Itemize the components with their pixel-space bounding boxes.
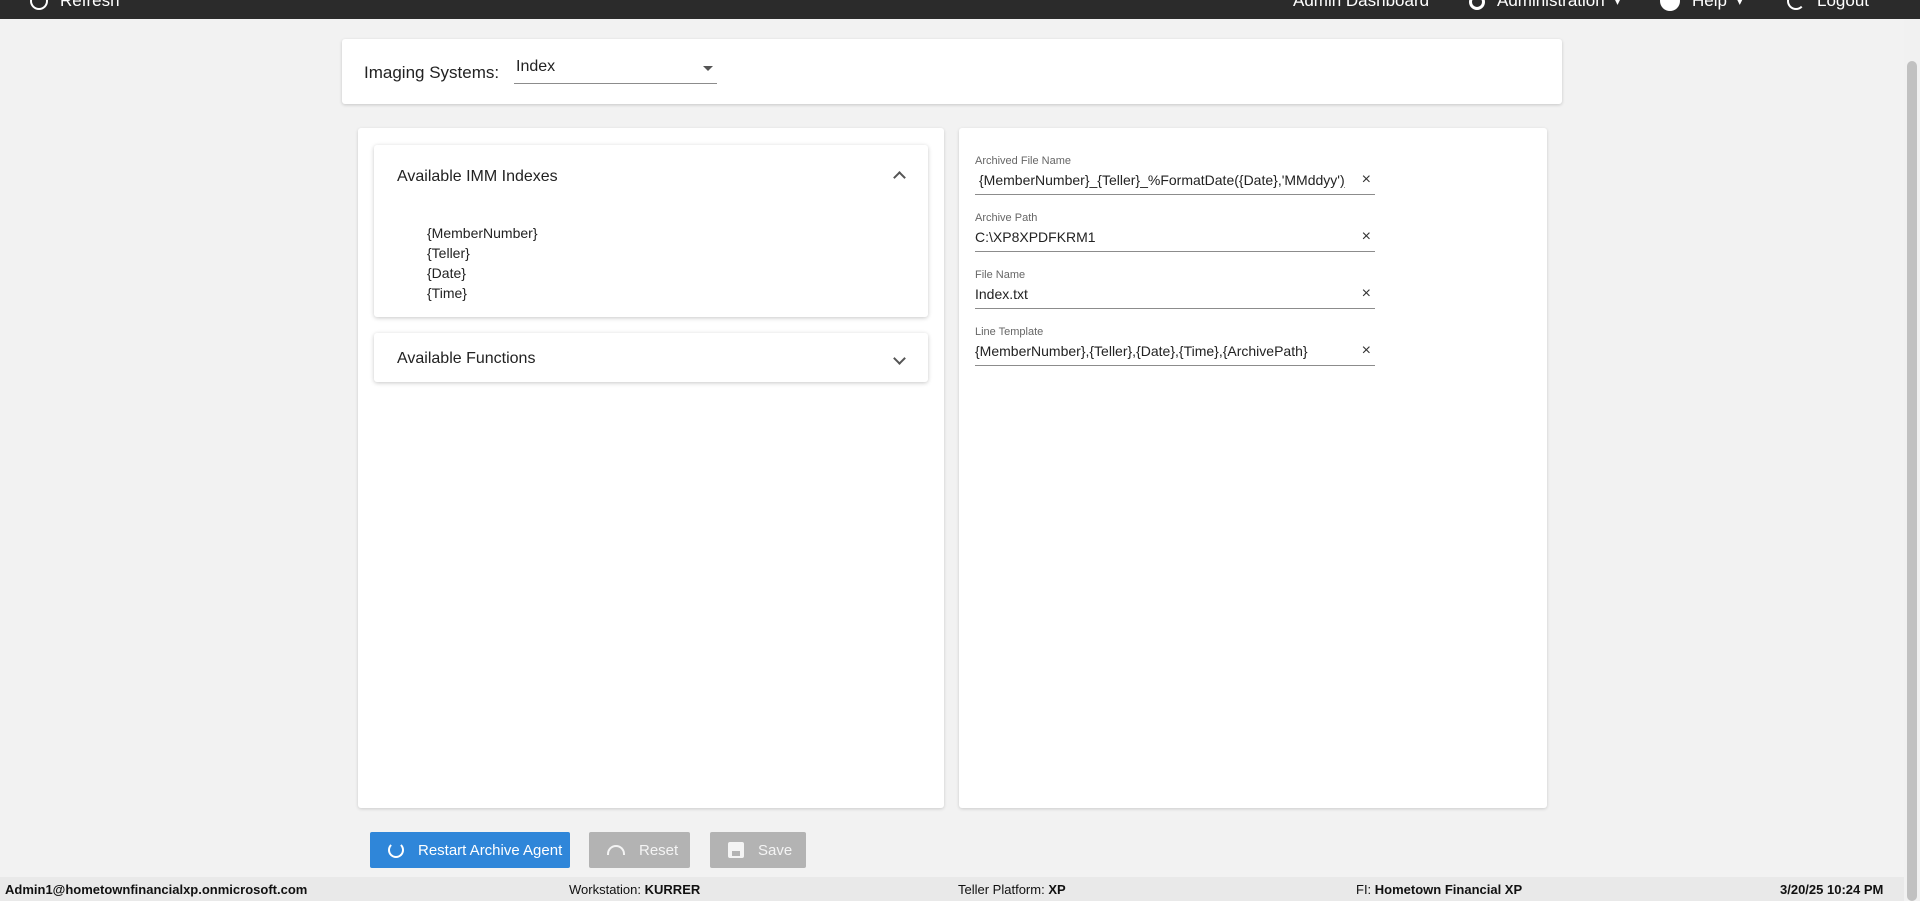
line-template-input[interactable] — [975, 343, 1345, 359]
clear-icon[interactable]: × — [1362, 285, 1371, 303]
restart-archive-agent-label: Restart Archive Agent — [418, 841, 563, 859]
archive-path-label: Archive Path — [975, 212, 1038, 224]
list-item[interactable]: {MemberNumber} — [427, 223, 538, 243]
status-user: Admin1@hometownfinancialxp.onmicrosoft.c… — [5, 882, 307, 897]
archive-path-field: Archive Path × — [975, 212, 1375, 252]
available-functions-title[interactable]: Available Functions — [397, 350, 535, 368]
imaging-systems-card: Imaging Systems: Index — [342, 39, 1562, 104]
index-list: {MemberNumber} {Teller} {Date} {Time} — [427, 223, 538, 303]
dashboard-icon — [1263, 0, 1281, 10]
archive-path-box: × — [975, 226, 1375, 252]
logout-label: Logout — [1817, 0, 1869, 10]
undo-icon — [607, 845, 625, 855]
list-item[interactable]: {Date} — [427, 263, 538, 283]
list-item[interactable]: {Time} — [427, 283, 538, 303]
file-name-field: File Name × — [975, 269, 1375, 309]
reset-button[interactable]: Reset — [589, 832, 690, 868]
refresh-label: Refresh — [60, 0, 120, 10]
admin-dashboard-nav-button[interactable]: Admin Dashboard — [1263, 0, 1429, 12]
archived-file-name-field: Archived File Name × — [975, 155, 1375, 195]
logout-nav-button[interactable]: Logout — [1787, 0, 1869, 12]
file-name-input[interactable] — [975, 286, 1345, 302]
caret-down-icon: ▾ — [1614, 0, 1621, 8]
restart-archive-agent-button[interactable]: Restart Archive Agent — [370, 832, 570, 868]
help-label: Help — [1692, 0, 1727, 10]
archived-file-name-label: Archived File Name — [975, 155, 1071, 167]
fi-value: Hometown Financial XP — [1374, 882, 1523, 897]
imaging-systems-value: Index — [516, 58, 556, 75]
line-template-box: × — [975, 340, 1375, 366]
archived-file-name-box: × — [975, 169, 1375, 195]
archive-path-input[interactable] — [975, 229, 1345, 245]
clear-icon[interactable]: × — [1362, 228, 1371, 246]
help-nav-menu[interactable]: Help ▾ — [1660, 0, 1743, 12]
clear-icon[interactable]: × — [1362, 171, 1371, 189]
chevron-up-icon[interactable] — [893, 171, 906, 184]
available-indexes-accordion: Available IMM Indexes {MemberNumber} {Te… — [374, 145, 928, 317]
imaging-systems-select[interactable]: Index — [514, 55, 717, 84]
list-item[interactable]: {Teller} — [427, 243, 538, 263]
workstation-label: Workstation: — [569, 882, 642, 897]
refresh-icon — [30, 0, 48, 10]
logout-icon — [1787, 0, 1805, 10]
reset-label: Reset — [639, 841, 679, 859]
file-name-label: File Name — [975, 269, 1026, 281]
status-platform: Teller Platform: XP — [958, 882, 1066, 897]
administration-nav-menu[interactable]: Administration ▾ — [1467, 0, 1620, 12]
refresh-nav-button[interactable]: Refresh — [30, 0, 120, 12]
caret-down-icon: ▾ — [1736, 0, 1743, 8]
user-email: Admin1@hometownfinancialxp.onmicrosoft.c… — [5, 882, 308, 897]
platform-label: Teller Platform: — [958, 882, 1045, 897]
status-fi: FI: Hometown Financial XP — [1356, 882, 1522, 897]
workstation-value: KURRER — [644, 882, 701, 897]
top-nav-bar: Refresh Admin Dashboard Administration ▾… — [0, 0, 1920, 19]
admin-dashboard-label: Admin Dashboard — [1293, 0, 1430, 10]
save-label: Save — [758, 841, 793, 859]
chevron-down-icon[interactable] — [893, 352, 906, 365]
status-bar: Admin1@hometownfinancialxp.onmicrosoft.c… — [0, 877, 1904, 901]
administration-label: Administration — [1497, 0, 1605, 10]
save-button[interactable]: Save — [710, 832, 806, 868]
status-workstation: Workstation: KURRER — [569, 882, 700, 897]
file-name-box: × — [975, 283, 1375, 309]
line-template-label: Line Template — [975, 326, 1044, 338]
status-datetime: 3/20/25 10:24 PM — [1780, 882, 1883, 897]
refresh-icon — [388, 842, 404, 858]
platform-value: XP — [1048, 882, 1066, 897]
scrollbar-thumb[interactable] — [1907, 61, 1917, 901]
dropdown-arrow-icon[interactable] — [703, 66, 713, 71]
help-icon — [1660, 0, 1680, 11]
clear-icon[interactable]: × — [1362, 342, 1371, 360]
datetime-value: 3/20/25 10:24 PM — [1780, 882, 1884, 897]
archived-file-name-input[interactable] — [979, 172, 1345, 188]
fi-label: FI: — [1356, 882, 1372, 897]
page-scrollbar[interactable] — [1904, 19, 1920, 901]
imaging-systems-label: Imaging Systems: — [364, 63, 500, 82]
available-indexes-title[interactable]: Available IMM Indexes — [397, 168, 558, 186]
line-template-field: Line Template × — [975, 326, 1375, 366]
save-icon — [728, 842, 744, 858]
wrench-icon — [1467, 0, 1485, 10]
available-functions-accordion[interactable]: Available Functions — [374, 333, 928, 382]
